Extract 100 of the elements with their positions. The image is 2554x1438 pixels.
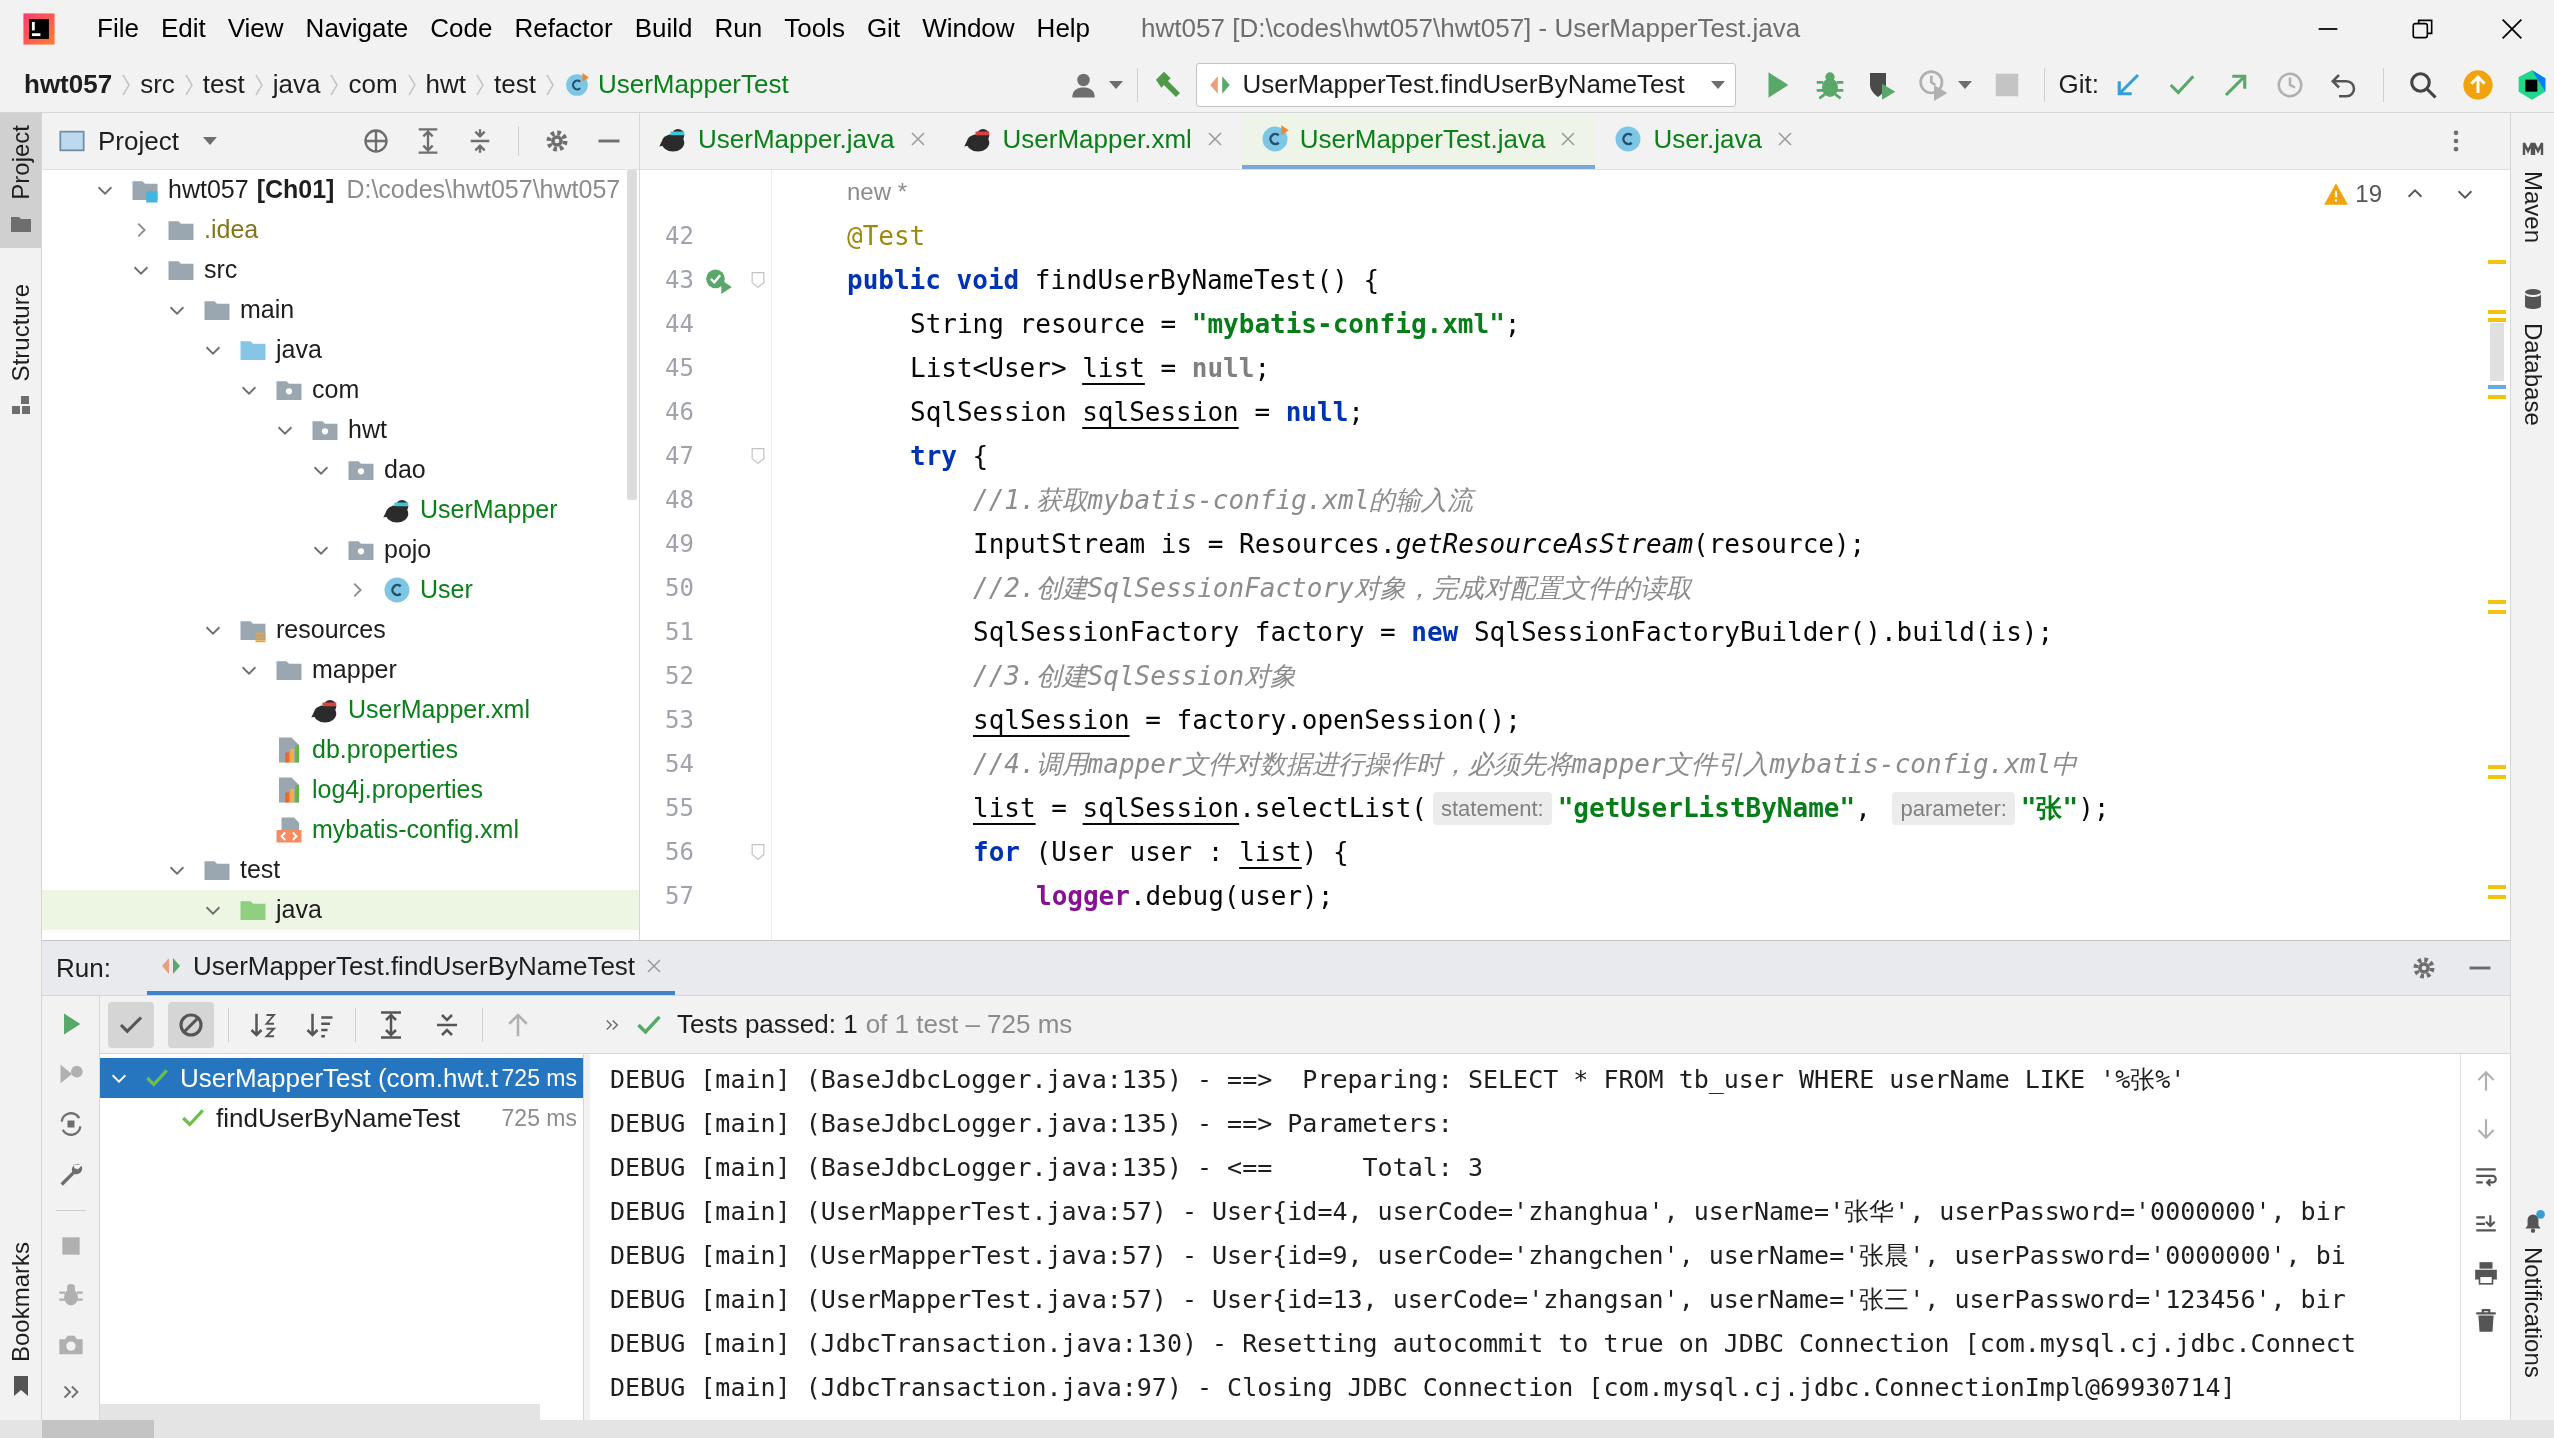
test-tree-item[interactable]: findUserByNameTest 725 ms (100, 1098, 583, 1138)
xml-file-icon (274, 815, 304, 845)
menu-item[interactable]: Tools (773, 9, 856, 48)
code-line: list = sqlSession.selectList( statement: "getUserListByName", parameter: "张"); (973, 790, 2110, 827)
show-ignored-toggle[interactable] (168, 1001, 214, 1048)
editor-tab[interactable]: UserMapper.xml (944, 113, 1242, 169)
tool-window-tab[interactable]: Project (0, 113, 41, 248)
tool-window-tab[interactable]: Bookmarks (0, 1229, 41, 1410)
tree-item[interactable]: java (42, 890, 639, 930)
tree-item[interactable]: pojo (42, 530, 639, 570)
line-number: 53 (664, 705, 694, 736)
menu-item[interactable]: Code (419, 9, 504, 48)
code-line: String resource = "mybatis-config.xml"; (910, 307, 1521, 341)
print-icon[interactable] (2472, 1260, 2499, 1286)
caret-icon[interactable] (1957, 80, 1972, 89)
line-number: 42 (664, 221, 694, 252)
menu-item[interactable]: Run (703, 9, 774, 48)
warning-marker[interactable] (2488, 260, 2506, 264)
scrollbar-thumb[interactable] (100, 1404, 540, 1420)
tool-window-tab[interactable]: Maven (2511, 123, 2554, 256)
warning-marker[interactable] (2488, 600, 2506, 604)
tree-item[interactable]: test (42, 850, 639, 890)
warning-marker[interactable] (2488, 895, 2506, 899)
code-line: SqlSessionFactory factory = new SqlSessionFactoryBuilder().build(is); (973, 615, 2054, 649)
show-passed-toggle[interactable] (108, 1001, 154, 1048)
console-line: DEBUG [main] (JdbcTransaction.java:130) - Resetting autocommit to true on JDBC Connection [com.mysql.cj.jdbc.Connect (610, 1328, 2357, 1361)
crosshair-icon[interactable] (362, 127, 390, 155)
line-number: 56 (664, 837, 694, 868)
menu-item[interactable]: Edit (149, 9, 217, 48)
line-number: 45 (664, 353, 694, 384)
tree-item[interactable]: .idea (42, 210, 639, 250)
warning-marker[interactable] (2488, 885, 2506, 889)
class-icon (563, 71, 590, 98)
console-line: DEBUG [main] (UserMapperTest.java:57) - User{id=13, userCode='zhangsan', userName='张三', userPassword='123456', bir (610, 1284, 2347, 1317)
warning-marker[interactable] (2488, 310, 2506, 314)
tree-item[interactable]: src (42, 250, 639, 290)
console-line: DEBUG [main] (BaseJdbcLogger.java:135) - <== Total: 3 (610, 1152, 1484, 1185)
tree-item[interactable]: mapper (42, 650, 639, 690)
tree-item[interactable]: UserMapper.xml (42, 690, 639, 730)
warning-marker[interactable] (2488, 395, 2506, 399)
breadcrumb-item[interactable]: src (140, 65, 175, 104)
warning-marker[interactable] (2488, 610, 2506, 614)
warning-marker[interactable] (2488, 318, 2506, 322)
menu-item[interactable]: Build (623, 9, 704, 48)
breadcrumb-item[interactable]: com (348, 65, 398, 104)
menu-item[interactable]: Help (1025, 9, 1102, 48)
breadcrumb-item[interactable]: java (272, 65, 321, 104)
tree-item[interactable]: User (42, 570, 639, 610)
warning-marker[interactable] (2488, 765, 2506, 769)
tool-window-tab[interactable]: Notifications (2511, 1197, 2554, 1390)
tree-item[interactable]: UserMapper (42, 490, 639, 530)
git-label: Git: (2058, 68, 2099, 101)
line-number: 55 (664, 793, 694, 824)
tree-item[interactable]: hwt (42, 410, 639, 450)
line-number: 51 (664, 617, 694, 648)
breadcrumb-item[interactable]: UserMapperTest (597, 65, 789, 104)
breadcrumb-item[interactable]: test (494, 65, 536, 104)
tree-item[interactable]: log4j.properties (42, 770, 639, 810)
chevron-icon (545, 73, 554, 96)
menu-item[interactable]: Refactor (503, 9, 624, 48)
breadcrumb-item[interactable]: hwt (425, 65, 467, 104)
tool-window-tab[interactable]: Structure (0, 271, 41, 430)
tree-item[interactable]: main (42, 290, 639, 330)
warning-marker[interactable] (2488, 775, 2506, 779)
chevron-icon (122, 73, 131, 96)
toolbox-logo-icon[interactable] (2516, 68, 2548, 101)
tree-item[interactable]: java (42, 330, 639, 370)
test-summary: of 1 test – 725 ms (865, 1008, 1073, 1041)
line-number: 52 (664, 661, 694, 692)
code-line: SqlSession sqlSession = null; (910, 395, 1364, 429)
warning-marker[interactable] (2488, 385, 2506, 389)
breadcrumb-item[interactable]: hwt057 (24, 65, 113, 104)
editor-tab[interactable]: User.java (1595, 113, 1812, 169)
menu-item[interactable]: File (86, 9, 150, 48)
tree-item[interactable]: mybatis-config.xml (42, 810, 639, 850)
code-line: //3.创建SqlSession对象 (973, 659, 1297, 693)
test-tree-item[interactable]: UserMapperTest (com.hwt.t725 ms (100, 1058, 583, 1098)
caret-icon[interactable] (1108, 80, 1123, 89)
scrollbar-thumb[interactable] (42, 1420, 154, 1438)
scrollbar-thumb[interactable] (2490, 323, 2504, 381)
menu-item[interactable]: View (216, 9, 295, 48)
tree-item[interactable]: resources (42, 610, 639, 650)
breadcrumb-item[interactable]: test (202, 65, 245, 104)
menu-item[interactable]: Window (911, 9, 1026, 48)
tool-window-tab[interactable]: Database (2511, 275, 2554, 438)
menu-item[interactable]: Navigate (294, 9, 420, 48)
tree-item[interactable]: db.properties (42, 730, 639, 770)
tree-item[interactable]: dao (42, 450, 639, 490)
run-config-dropdown[interactable]: UserMapperTest.findUserByNameTest (1195, 62, 1736, 107)
menu-item[interactable]: Git (855, 9, 912, 48)
editor-tab[interactable]: UserMapperTest.java (1241, 113, 1596, 169)
search-icon[interactable] (2408, 69, 2438, 100)
scrollbar-thumb[interactable] (627, 170, 637, 500)
warning-count[interactable]: 19 (2323, 176, 2382, 212)
editor-tab[interactable]: UserMapper.java (640, 113, 945, 169)
run-tab[interactable]: UserMapperTest.findUserByNameTest (146, 941, 676, 995)
code-line: logger.debug(user); (1036, 879, 1334, 913)
tree-item[interactable]: hwt057 [Ch01] D:\codes\hwt057\hwt057 (42, 170, 639, 210)
caret-icon[interactable] (202, 137, 217, 145)
tree-item[interactable]: com (42, 370, 639, 410)
